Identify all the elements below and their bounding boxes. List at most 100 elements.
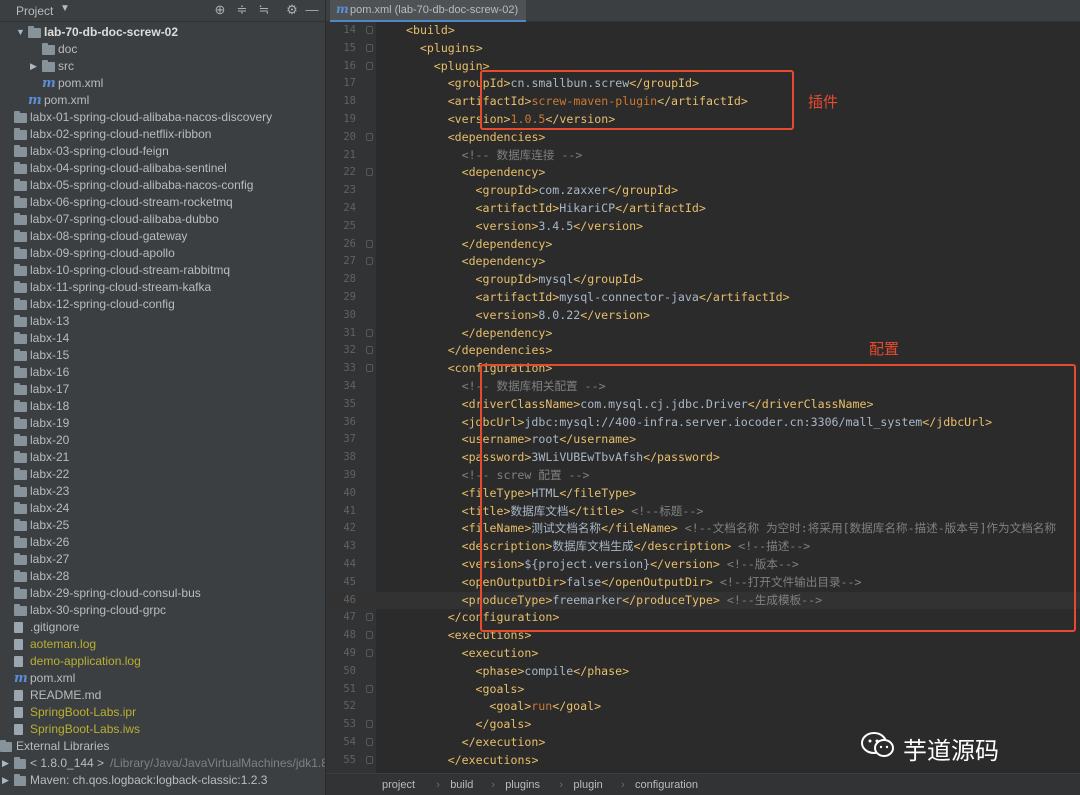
- tree-item[interactable]: m pom.xml: [0, 92, 325, 109]
- chevron-right-icon[interactable]: ▶: [2, 772, 12, 789]
- tree-item[interactable]: labx-08-spring-cloud-gateway: [0, 228, 325, 245]
- tree-item[interactable]: labx-23: [0, 483, 325, 500]
- tree-item[interactable]: labx-20: [0, 432, 325, 449]
- code-line[interactable]: 31 </dependency>: [326, 325, 1080, 343]
- expand-all-icon[interactable]: ≒: [256, 2, 272, 18]
- tree-item[interactable]: labx-15: [0, 347, 325, 364]
- breadcrumb-item[interactable]: project: [382, 779, 415, 791]
- fold-marker-icon[interactable]: [366, 61, 373, 70]
- tree-item[interactable]: ▶ < 1.8.0_144 > /Library/Java/JavaVirtualM…: [0, 755, 325, 772]
- code-line[interactable]: 15 <plugins>: [326, 40, 1080, 58]
- tree-item[interactable]: labx-14: [0, 330, 325, 347]
- tree-item[interactable]: labx-29-spring-cloud-consul-bus: [0, 585, 325, 602]
- tree-item[interactable]: ▶ Maven: ch.qos.logback:logback-classic:1…: [0, 772, 325, 789]
- fold-marker-icon[interactable]: [366, 168, 373, 177]
- gear-icon[interactable]: ⚙: [284, 2, 300, 18]
- code-line[interactable]: 27 <dependency>: [326, 253, 1080, 271]
- tree-item[interactable]: labx-03-spring-cloud-feign: [0, 143, 325, 160]
- tree-item[interactable]: labx-07-spring-cloud-alibaba-dubbo: [0, 211, 325, 228]
- tree-item[interactable]: labx-02-spring-cloud-netflix-ribbon: [0, 126, 325, 143]
- chevron-down-icon[interactable]: ▼: [16, 24, 26, 41]
- tree-item[interactable]: labx-12-spring-cloud-config: [0, 296, 325, 313]
- breadcrumb-item[interactable]: plugins: [505, 779, 540, 791]
- tree-item[interactable]: labx-19: [0, 415, 325, 432]
- tree-item[interactable]: labx-25: [0, 517, 325, 534]
- tree-item[interactable]: labx-06-spring-cloud-stream-rocketmq: [0, 194, 325, 211]
- chevron-right-icon[interactable]: ▶: [30, 58, 40, 75]
- fold-marker-icon[interactable]: [366, 631, 373, 640]
- tree-item[interactable]: SpringBoot-Labs.ipr: [0, 704, 325, 721]
- tree-item[interactable]: labx-04-spring-cloud-alibaba-sentinel: [0, 160, 325, 177]
- tree-item[interactable]: ▼ lab-70-db-doc-screw-02: [0, 24, 325, 41]
- fold-marker-icon[interactable]: [366, 26, 373, 34]
- tree-item[interactable]: labx-30-spring-cloud-grpc: [0, 602, 325, 619]
- target-icon[interactable]: ⊕: [212, 2, 228, 18]
- tree-item[interactable]: labx-05-spring-cloud-alibaba-nacos-confi…: [0, 177, 325, 194]
- breadcrumb-item[interactable]: build: [450, 779, 473, 791]
- fold-end-marker-icon[interactable]: [366, 346, 373, 355]
- tree-item[interactable]: .gitignore: [0, 619, 325, 636]
- breadcrumb-item[interactable]: plugin: [573, 779, 602, 791]
- fold-end-marker-icon[interactable]: [366, 239, 373, 248]
- tree-item[interactable]: README.md: [0, 687, 325, 704]
- hide-panel-icon[interactable]: —: [304, 2, 320, 18]
- fold-marker-icon[interactable]: [366, 649, 373, 657]
- tree-item[interactable]: labx-28: [0, 568, 325, 585]
- tree-item[interactable]: demo-application.log: [0, 653, 325, 670]
- chevron-down-icon[interactable]: ▼: [60, 3, 70, 14]
- code-text: <goal>run</goal>: [489, 698, 601, 716]
- code-line[interactable]: 24 <artifactId>HikariCP</artifactId>: [326, 200, 1080, 218]
- tree-item[interactable]: labx-21: [0, 449, 325, 466]
- file-icon: [14, 724, 23, 735]
- tree-item[interactable]: labx-11-spring-cloud-stream-kafka: [0, 279, 325, 296]
- tree-item[interactable]: doc: [0, 41, 325, 58]
- tree-item[interactable]: ▶ src: [0, 58, 325, 75]
- code-line[interactable]: 50 <phase>compile</phase>: [326, 663, 1080, 681]
- fold-marker-icon[interactable]: [366, 364, 373, 373]
- tab-pom-xml[interactable]: m pom.xml (lab-70-db-doc-screw-02): [330, 0, 526, 22]
- tree-item[interactable]: labx-13: [0, 313, 325, 330]
- tree-item[interactable]: m pom.xml: [0, 670, 325, 687]
- code-line[interactable]: 14 <build>: [326, 22, 1080, 40]
- fold-end-marker-icon[interactable]: [366, 720, 373, 729]
- tree-item[interactable]: labx-24: [0, 500, 325, 517]
- tree-item[interactable]: labx-09-spring-cloud-apollo: [0, 245, 325, 262]
- tree-item[interactable]: labx-16: [0, 364, 325, 381]
- fold-marker-icon[interactable]: [366, 132, 373, 141]
- tree-item[interactable]: labx-10-spring-cloud-stream-rabbitmq: [0, 262, 325, 279]
- tree-item[interactable]: labx-22: [0, 466, 325, 483]
- tree-item[interactable]: m pom.xml: [0, 75, 325, 92]
- tree-item[interactable]: labx-18: [0, 398, 325, 415]
- fold-marker-icon[interactable]: [366, 43, 373, 52]
- tree-item[interactable]: SpringBoot-Labs.iws: [0, 721, 325, 738]
- code-line[interactable]: 51 <goals>: [326, 681, 1080, 699]
- code-line[interactable]: 28 <groupId>mysql</groupId>: [326, 271, 1080, 289]
- code-line[interactable]: 49 <execution>: [326, 645, 1080, 663]
- fold-marker-icon[interactable]: [366, 684, 373, 693]
- fold-end-marker-icon[interactable]: [366, 328, 373, 337]
- fold-marker-icon[interactable]: [366, 257, 373, 266]
- tree-item[interactable]: labx-01-spring-cloud-alibaba-nacos-disco…: [0, 109, 325, 126]
- tree-item[interactable]: aoteman.log: [0, 636, 325, 653]
- code-line[interactable]: 22 <dependency>: [326, 164, 1080, 182]
- fold-end-marker-icon[interactable]: [366, 755, 373, 764]
- code-line[interactable]: 20 <dependencies>: [326, 129, 1080, 147]
- tree-item[interactable]: labx-17: [0, 381, 325, 398]
- code-line[interactable]: 32 </dependencies>: [326, 342, 1080, 360]
- project-view-selector[interactable]: Project: [16, 4, 53, 18]
- collapse-all-icon[interactable]: ≑: [234, 2, 250, 18]
- fold-end-marker-icon[interactable]: [366, 613, 373, 622]
- tree-item[interactable]: External Libraries: [0, 738, 325, 755]
- code-line[interactable]: 30 <version>8.0.22</version>: [326, 307, 1080, 325]
- code-line[interactable]: 26 </dependency>: [326, 236, 1080, 254]
- tree-item[interactable]: labx-26: [0, 534, 325, 551]
- breadcrumb-item[interactable]: configuration: [635, 779, 698, 791]
- code-line[interactable]: 21 <!-- 数据库连接 -->: [326, 147, 1080, 165]
- code-line[interactable]: 25 <version>3.4.5</version>: [326, 218, 1080, 236]
- chevron-right-icon[interactable]: ▶: [2, 755, 12, 772]
- code-line[interactable]: 23 <groupId>com.zaxxer</groupId>: [326, 182, 1080, 200]
- code-line[interactable]: 29 <artifactId>mysql-connector-java</arti…: [326, 289, 1080, 307]
- code-line[interactable]: 52 <goal>run</goal>: [326, 698, 1080, 716]
- tree-item[interactable]: labx-27: [0, 551, 325, 568]
- fold-end-marker-icon[interactable]: [366, 738, 373, 746]
